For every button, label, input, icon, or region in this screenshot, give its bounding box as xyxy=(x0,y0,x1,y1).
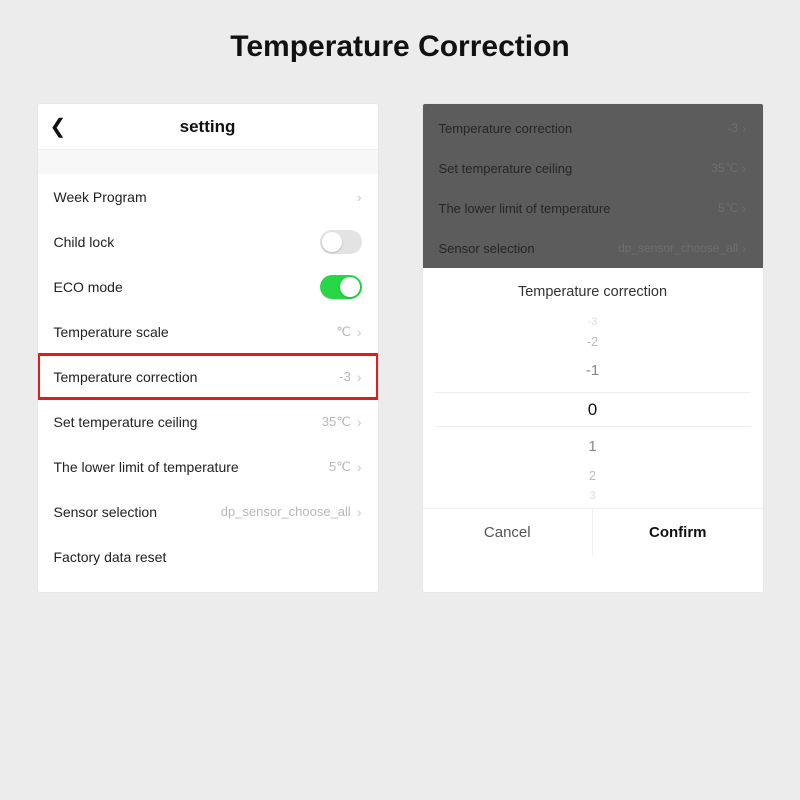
header-title: setting xyxy=(180,117,236,137)
chevron-right-icon: › xyxy=(742,161,746,176)
dim-row-ceiling: Set temperature ceiling 35℃ › xyxy=(423,148,763,188)
chevron-right-icon: › xyxy=(357,369,362,385)
picker-option-selected[interactable]: 0 xyxy=(423,400,763,420)
chevron-right-icon: › xyxy=(357,324,362,340)
row-temperature-correction[interactable]: Temperature correction -3 › xyxy=(38,354,378,399)
row-set-temperature-ceiling[interactable]: Set temperature ceiling 35℃ › xyxy=(38,399,378,444)
chevron-right-icon: › xyxy=(357,414,362,430)
picker-sheet: Temperature correction -3 -2 -1 0 1 2 3 … xyxy=(423,268,763,556)
header: ❮ setting xyxy=(38,104,378,150)
row-label: The lower limit of temperature xyxy=(439,201,719,216)
sheet-actions: Cancel Confirm xyxy=(423,508,763,556)
settings-list: Week Program › Child lock ECO mode Tempe… xyxy=(38,174,378,579)
row-value: 35℃ xyxy=(322,414,351,430)
row-value: dp_sensor_choose_all xyxy=(618,241,738,255)
row-value: 35℃ xyxy=(711,161,738,175)
row-child-lock[interactable]: Child lock xyxy=(38,219,378,264)
cancel-button[interactable]: Cancel xyxy=(423,509,593,556)
row-value: ℃ xyxy=(336,324,351,340)
dim-row-sensor: Sensor selection dp_sensor_choose_all › xyxy=(423,228,763,268)
chevron-right-icon: › xyxy=(357,459,362,475)
section-gap xyxy=(38,150,378,174)
row-label: Set temperature ceiling xyxy=(439,161,712,176)
row-value: 5℃ xyxy=(329,459,351,475)
row-label: The lower limit of temperature xyxy=(54,459,329,475)
row-label: ECO mode xyxy=(54,279,320,295)
settings-screen: ❮ setting Week Program › Child lock ECO … xyxy=(38,104,378,592)
row-temperature-scale[interactable]: Temperature scale ℃ › xyxy=(38,309,378,354)
row-label: Sensor selection xyxy=(439,241,619,256)
confirm-button[interactable]: Confirm xyxy=(592,509,763,556)
sheet-title: Temperature correction xyxy=(423,268,763,310)
row-label: Factory data reset xyxy=(54,549,362,565)
picker-screen: Temperature correction -3 › Set temperat… xyxy=(423,104,763,592)
dim-row-lower: The lower limit of temperature 5℃ › xyxy=(423,188,763,228)
chevron-right-icon: › xyxy=(742,241,746,256)
back-button[interactable]: ❮ xyxy=(50,117,67,137)
row-factory-reset[interactable]: Factory data reset xyxy=(38,534,378,579)
row-value: dp_sensor_choose_all xyxy=(221,504,351,519)
row-value: -3 xyxy=(339,369,351,384)
row-label: Temperature correction xyxy=(439,121,728,136)
chevron-right-icon: › xyxy=(357,504,362,520)
picker-option[interactable]: -2 xyxy=(423,334,763,349)
row-sensor-selection[interactable]: Sensor selection dp_sensor_choose_all › xyxy=(38,489,378,534)
row-label: Sensor selection xyxy=(54,504,221,520)
picker-option[interactable]: -3 xyxy=(423,316,763,328)
chevron-right-icon: › xyxy=(742,201,746,216)
value-picker[interactable]: -3 -2 -1 0 1 2 3 xyxy=(423,310,763,508)
row-label: Temperature correction xyxy=(54,369,340,385)
picker-option[interactable]: 2 xyxy=(423,468,763,483)
row-value: 5℃ xyxy=(718,201,738,215)
row-label: Set temperature ceiling xyxy=(54,414,322,430)
chevron-right-icon: › xyxy=(742,121,746,136)
page-title: Temperature Correction xyxy=(0,0,800,104)
picker-option[interactable]: -1 xyxy=(423,362,763,379)
dim-row-temperature-correction: Temperature correction -3 › xyxy=(423,108,763,148)
chevron-right-icon: › xyxy=(357,189,362,205)
row-week-program[interactable]: Week Program › xyxy=(38,174,378,219)
row-label: Temperature scale xyxy=(54,324,337,340)
eco-mode-toggle[interactable] xyxy=(320,275,362,299)
child-lock-toggle[interactable] xyxy=(320,230,362,254)
row-lower-limit-temperature[interactable]: The lower limit of temperature 5℃ › xyxy=(38,444,378,489)
row-eco-mode[interactable]: ECO mode xyxy=(38,264,378,309)
row-label: Week Program xyxy=(54,189,357,205)
picker-option[interactable]: 3 xyxy=(423,490,763,502)
row-label: Child lock xyxy=(54,234,320,250)
dimmed-background: Temperature correction -3 › Set temperat… xyxy=(423,104,763,268)
picker-option[interactable]: 1 xyxy=(423,438,763,455)
row-value: -3 xyxy=(727,121,738,135)
